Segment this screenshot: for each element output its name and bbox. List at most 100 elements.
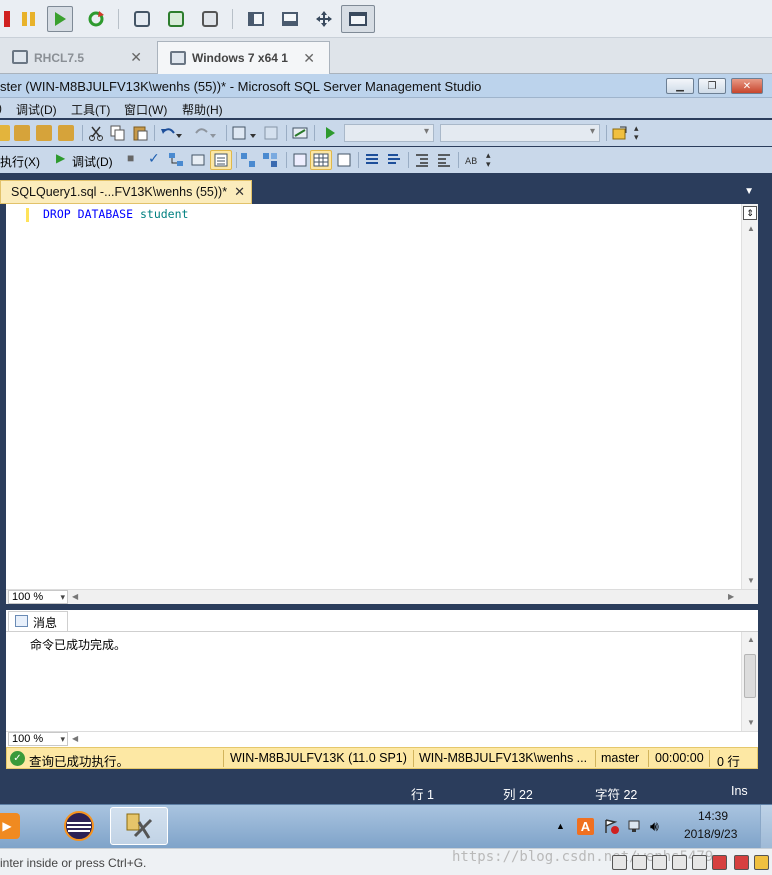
message-log-icon[interactable] — [754, 855, 769, 870]
cd-drive-icon[interactable] — [632, 855, 647, 870]
insert-mode-indicator: Ins — [731, 784, 748, 798]
xmla-query-icon[interactable] — [58, 125, 74, 141]
vm-icon — [12, 50, 28, 64]
tab-list-dropdown-icon[interactable]: ▼ — [744, 186, 754, 197]
toolbar-overflow-icon[interactable]: ▴ ▾ — [634, 124, 639, 142]
results-to-file-icon[interactable] — [336, 152, 352, 168]
debug-play-icon[interactable]: ▶ — [56, 151, 65, 165]
toolbar-overflow-icon[interactable]: ▴ ▾ — [486, 151, 491, 169]
menu-debug[interactable]: 调试(D) — [16, 101, 57, 118]
play-icon[interactable] — [47, 6, 73, 32]
scroll-thumb[interactable] — [744, 654, 756, 698]
scroll-down-icon[interactable]: ▼ — [747, 576, 755, 585]
results-zoom-combo[interactable]: 100 % — [8, 732, 68, 746]
parse-icon[interactable]: ✓ — [148, 150, 160, 167]
media-player-icon[interactable]: ▶ — [0, 807, 36, 845]
increase-indent-icon[interactable] — [436, 152, 452, 168]
uncomment-lines-icon[interactable] — [386, 152, 402, 168]
close-icon[interactable]: ✕ — [130, 49, 142, 66]
redo-icon[interactable] — [194, 125, 216, 141]
unity-view-icon[interactable] — [341, 5, 375, 33]
intellisense-icon[interactable] — [190, 152, 206, 168]
decrease-indent-icon[interactable] — [414, 152, 430, 168]
query-options-icon[interactable] — [240, 152, 256, 168]
close-icon[interactable]: ✕ — [303, 50, 315, 67]
input-method-icon[interactable]: A — [577, 818, 594, 835]
document-tab[interactable]: SQLQuery1.sql -...FV13K\wenhs (55))* ✕ — [0, 180, 252, 204]
cut-icon[interactable] — [88, 125, 104, 141]
hard-disk-icon[interactable] — [612, 855, 627, 870]
show-desktop-button[interactable] — [760, 805, 772, 849]
thumbnail-bar-icon[interactable] — [277, 6, 303, 32]
paste-icon[interactable] — [132, 125, 148, 141]
split-icon[interactable]: ⇕ — [743, 206, 757, 220]
messages-area[interactable]: 命令已成功完成。 ▲ ▼ — [6, 631, 758, 732]
results-to-icon[interactable] — [210, 150, 232, 170]
volume-icon[interactable]: 🔊︎ — [650, 818, 667, 835]
dmx-query-icon[interactable] — [36, 125, 52, 141]
eclipse-icon[interactable] — [50, 807, 108, 845]
printer-icon[interactable] — [734, 855, 749, 870]
menu-help[interactable]: 帮助(H) — [182, 101, 223, 118]
network-icon[interactable] — [627, 818, 644, 835]
scroll-down-icon[interactable]: ▼ — [747, 718, 755, 727]
query-editor[interactable]: DROP DATABASE student ⇕ ▲ ▼ 100 % ◀ ▶ — [6, 204, 758, 604]
code-line[interactable]: DROP DATABASE student — [43, 207, 188, 221]
menu-tools[interactable]: 工具(T) — [71, 101, 110, 118]
estimated-plan-icon[interactable] — [168, 152, 184, 168]
network-adapter-icon[interactable] — [672, 855, 687, 870]
pause-icon[interactable] — [15, 6, 41, 32]
client-stats-icon[interactable] — [292, 152, 308, 168]
scroll-right-icon[interactable]: ▶ — [728, 592, 734, 601]
comment-lines-icon[interactable] — [364, 152, 380, 168]
database-selector[interactable] — [344, 124, 434, 142]
properties-icon[interactable] — [612, 125, 628, 141]
snapshot-icon[interactable] — [129, 6, 155, 32]
action-center-icon[interactable] — [603, 818, 620, 835]
cancel-query-icon[interactable]: ■ — [127, 151, 134, 165]
navigate-backward-icon[interactable] — [232, 125, 256, 141]
scroll-up-icon[interactable]: ▲ — [747, 635, 755, 644]
revert-snapshot-icon[interactable] — [163, 6, 189, 32]
messages-vertical-scrollbar[interactable]: ▲ ▼ — [741, 632, 758, 732]
ssms-taskbar-icon[interactable] — [110, 807, 168, 845]
restore-button[interactable]: ❐ — [698, 78, 726, 94]
change-connection-icon[interactable] — [292, 125, 308, 141]
execute-play-icon[interactable] — [322, 125, 338, 141]
usb-icon[interactable] — [692, 855, 707, 870]
scroll-left-icon[interactable]: ◀ — [72, 592, 78, 601]
clock-time[interactable]: 14:39 — [698, 809, 728, 823]
clock-date[interactable]: 2018/9/23 — [684, 827, 737, 841]
minimize-button[interactable]: ▁ — [666, 78, 694, 94]
mdx-query-icon[interactable] — [14, 125, 30, 141]
copy-icon[interactable] — [110, 125, 126, 141]
editor-zoom-combo[interactable]: 100 % — [8, 590, 68, 604]
show-hidden-icons-icon[interactable]: ▲ — [556, 821, 565, 831]
close-icon[interactable]: ✕ — [234, 184, 245, 200]
solution-config-selector[interactable] — [440, 124, 600, 142]
scroll-up-icon[interactable]: ▲ — [747, 224, 755, 233]
vm-tab-rhcl[interactable]: RHCL7.5 ✕ — [0, 41, 156, 74]
menu-window[interactable]: 窗口(W) — [124, 101, 167, 118]
scroll-left-icon[interactable]: ◀ — [72, 734, 78, 743]
snapshot-manager-icon[interactable] — [197, 6, 223, 32]
editor-vertical-scrollbar[interactable]: ⇕ ▲ ▼ — [741, 204, 758, 589]
fullscreen-icon[interactable] — [311, 6, 337, 32]
reset-icon[interactable] — [83, 6, 109, 32]
vm-tab-windows7[interactable]: Windows 7 x64 1 ✕ — [157, 41, 330, 74]
debug-button[interactable]: 调试(D) — [72, 153, 113, 170]
navigate-forward-icon[interactable] — [264, 125, 280, 141]
execute-button[interactable]: 执行(X) — [0, 153, 40, 170]
undo-icon[interactable] — [160, 125, 182, 141]
results-pane: 消息 命令已成功完成。 ▲ ▼ 100 % ◀ — [6, 610, 758, 747]
results-to-grid-icon[interactable] — [310, 150, 332, 170]
specify-template-values-icon[interactable]: AB — [464, 152, 480, 168]
menu-fragment[interactable]: ) — [0, 101, 2, 115]
floppy-icon[interactable] — [652, 855, 667, 870]
include-plan-icon[interactable] — [262, 152, 278, 168]
tab-messages[interactable]: 消息 — [8, 611, 68, 631]
show-library-icon[interactable] — [243, 6, 269, 32]
sound-card-icon[interactable] — [712, 855, 727, 870]
query-icon[interactable] — [0, 125, 10, 141]
close-button[interactable]: ✕ — [731, 78, 763, 94]
